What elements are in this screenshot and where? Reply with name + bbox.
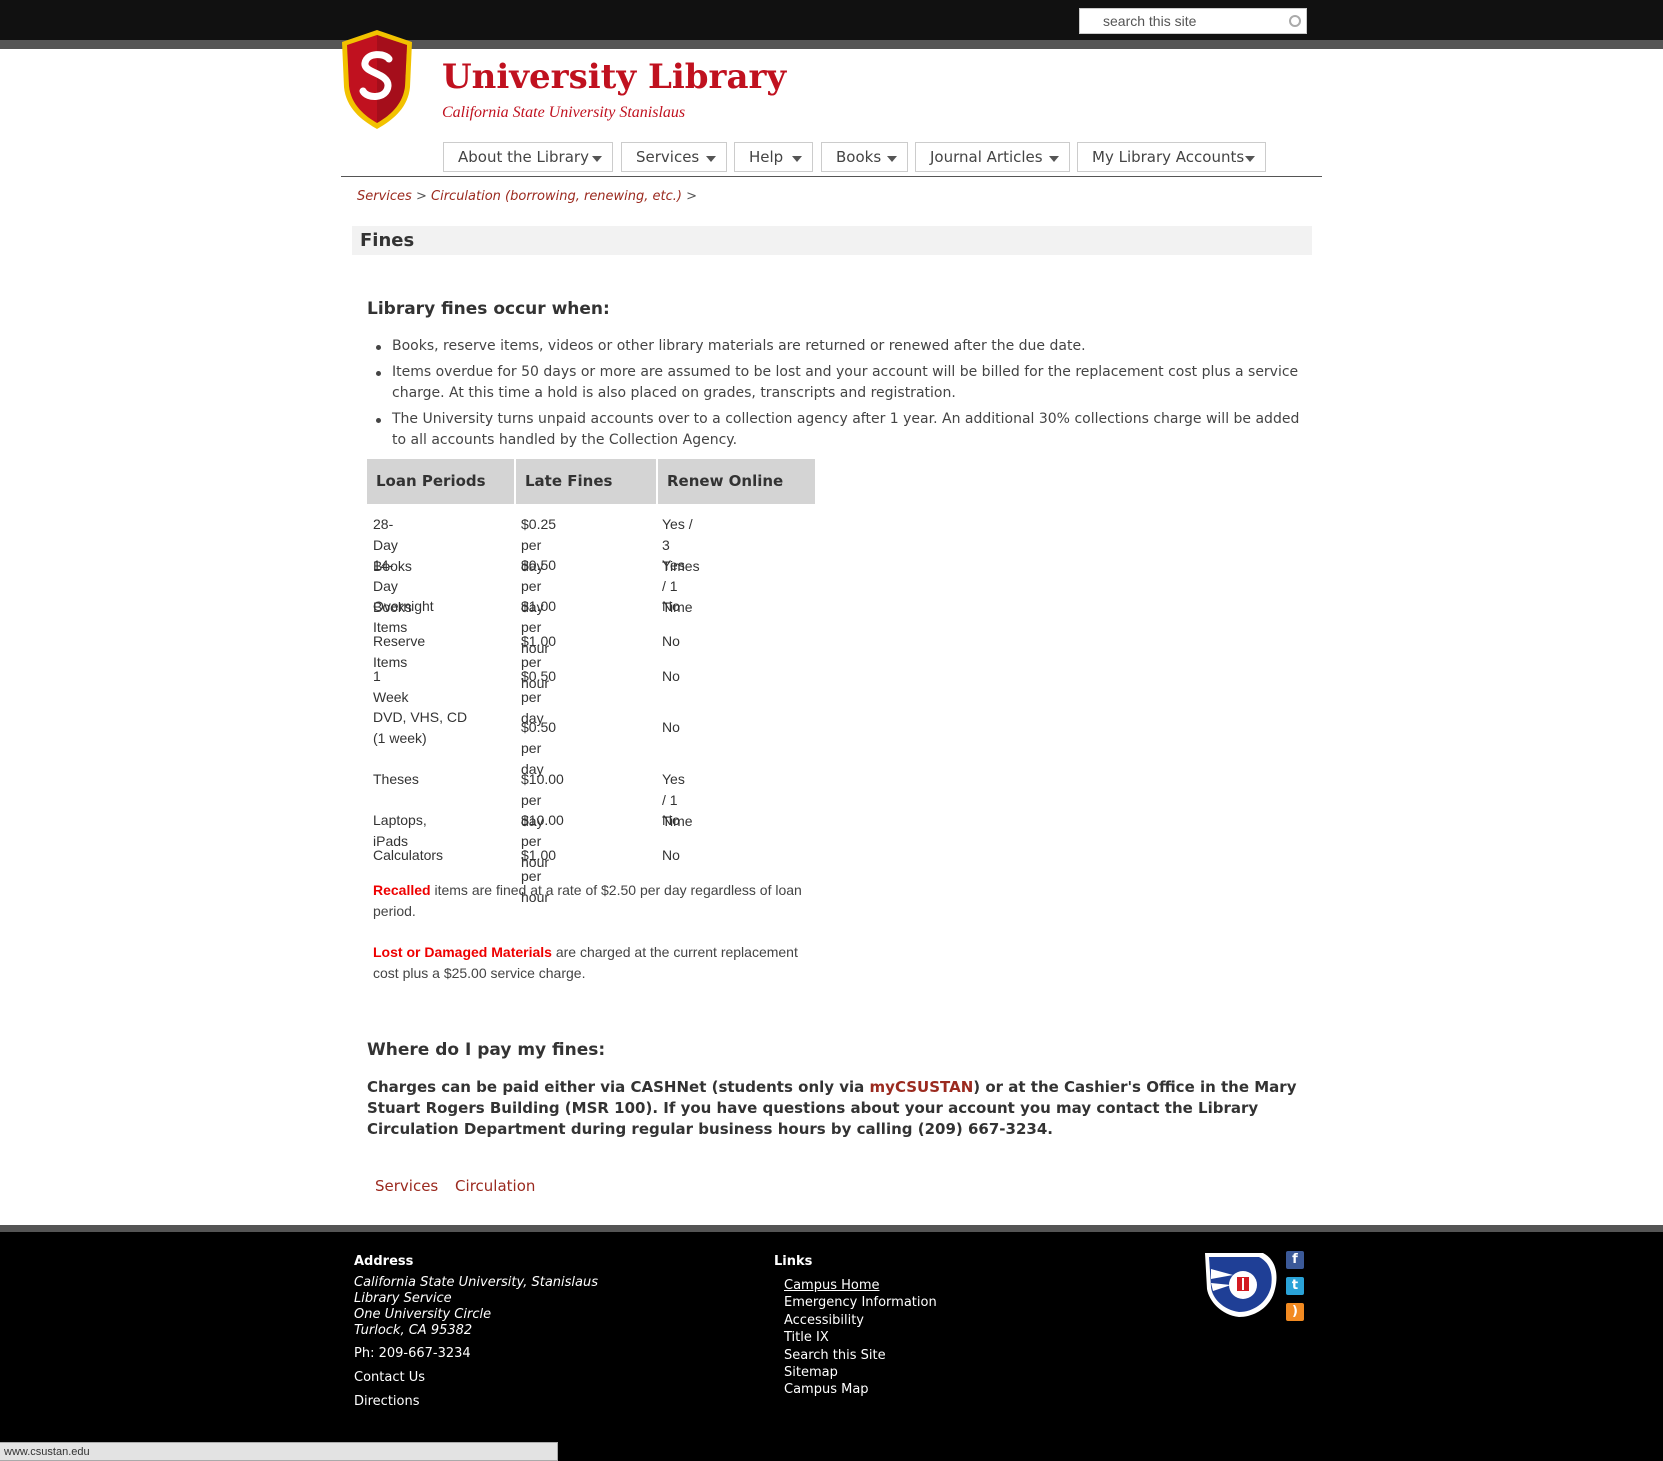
tag-links: Services Circulation: [375, 1177, 547, 1195]
lost-damaged-label: Lost or Damaged Materials: [373, 944, 552, 960]
chevron-down-icon: [1049, 156, 1059, 162]
recalled-note: Recalled items are fined at a rate of $2…: [373, 880, 813, 922]
table-cell: Calculators: [373, 847, 444, 863]
recalled-text: items are fined at a rate of $2.50 per d…: [373, 882, 802, 919]
pay-text-part: Charges can be paid either via CASHNet (…: [367, 1078, 870, 1096]
site-title[interactable]: University Library: [442, 57, 786, 97]
table-cell: No: [662, 719, 680, 735]
twitter-icon[interactable]: t: [1286, 1277, 1304, 1295]
lost-damaged-note: Lost or Damaged Materials are charged at…: [373, 942, 813, 984]
table-cell: No: [662, 598, 680, 614]
nav-services[interactable]: Services: [621, 142, 727, 172]
chevron-down-icon: [592, 156, 602, 162]
footer-link-accessibility[interactable]: Accessibility: [784, 1312, 937, 1329]
nav-about-the-library[interactable]: About the Library: [443, 142, 613, 172]
nav-divider: [341, 176, 1322, 177]
nav-my-library-accounts[interactable]: My Library Accounts: [1077, 142, 1266, 172]
chevron-down-icon: [792, 156, 802, 162]
pay-fines-heading: Where do I pay my fines:: [367, 1040, 606, 1060]
tag-services[interactable]: Services: [375, 1177, 438, 1195]
tag-circulation[interactable]: Circulation: [455, 1177, 535, 1195]
fines-occur-list: Books, reserve items, videos or other li…: [367, 336, 1312, 456]
page-title: Fines: [360, 230, 415, 251]
pay-fines-text: Charges can be paid either via CASHNet (…: [367, 1077, 1302, 1140]
footer-link-title-ix[interactable]: Title IX: [784, 1329, 937, 1346]
footer-link-emergency[interactable]: Emergency Information: [784, 1294, 937, 1311]
table-cell: No: [662, 812, 680, 828]
fdlp-eagle-logo[interactable]: [1203, 1249, 1279, 1317]
search-input[interactable]: [1080, 9, 1280, 33]
nav-label: Books: [836, 148, 882, 166]
footer-contact-us[interactable]: Contact Us: [354, 1370, 425, 1385]
nav-label: Journal Articles: [930, 148, 1043, 166]
footer-link-campus-home[interactable]: Campus Home: [784, 1277, 937, 1294]
footer-border: [0, 1225, 1663, 1232]
column-header-late-fines: Late Fines: [516, 459, 656, 504]
footer-link-campus-map[interactable]: Campus Map: [784, 1381, 937, 1398]
recalled-label: Recalled: [373, 882, 431, 898]
column-header-renew-online: Renew Online: [658, 459, 815, 504]
university-shield-logo[interactable]: [341, 29, 413, 130]
phone-label: Ph:: [354, 1346, 375, 1361]
breadcrumb-separator: >: [415, 189, 427, 204]
top-bar-border: [0, 40, 1663, 49]
breadcrumb-services[interactable]: Services: [357, 189, 412, 204]
footer-link-sitemap[interactable]: Sitemap: [784, 1364, 937, 1381]
browser-status-bar: www.csustan.edu: [0, 1442, 558, 1461]
address-line: One University Circle: [354, 1307, 492, 1322]
footer-directions[interactable]: Directions: [354, 1394, 420, 1409]
nav-label: Help: [749, 148, 784, 166]
chevron-down-icon: [706, 156, 716, 162]
table-cell: Theses: [373, 771, 419, 787]
address-line: Library Service: [354, 1291, 452, 1306]
footer-links-heading: Links: [774, 1254, 813, 1269]
fines-occur-heading: Library fines occur when:: [367, 299, 610, 319]
breadcrumb-separator: >: [686, 189, 698, 204]
page-title-bar: Fines: [352, 226, 1312, 255]
nav-label: Services: [636, 148, 700, 166]
nav-books[interactable]: Books: [821, 142, 908, 172]
rss-icon[interactable]: ): [1286, 1303, 1304, 1321]
address-line: Turlock, CA 95382: [354, 1323, 473, 1338]
footer-address-heading: Address: [354, 1254, 414, 1269]
footer-link-search[interactable]: Search this Site: [784, 1347, 937, 1364]
list-item: Books, reserve items, videos or other li…: [367, 336, 1312, 357]
list-item: The University turns unpaid accounts ove…: [367, 409, 1312, 451]
nav-label: About the Library: [458, 148, 589, 166]
chevron-down-icon: [887, 156, 897, 162]
top-bar: [0, 0, 1663, 40]
table-cell: No: [662, 668, 680, 684]
nav-journal-articles[interactable]: Journal Articles: [915, 142, 1070, 172]
breadcrumb-circulation[interactable]: Circulation (borrowing, renewing, etc.): [431, 189, 682, 204]
facebook-icon[interactable]: f: [1286, 1251, 1304, 1269]
table-cell: 1 Week: [373, 668, 409, 705]
footer-phone: Ph: 209-667-3234: [354, 1346, 471, 1361]
footer: Address California State University, Sta…: [0, 1232, 1663, 1461]
list-item: Items overdue for 50 days or more are as…: [367, 362, 1312, 404]
column-header-loan-periods: Loan Periods: [367, 459, 514, 504]
mycsustan-link[interactable]: myCSUSTAN: [870, 1078, 974, 1096]
site-search[interactable]: [1079, 8, 1307, 34]
footer-address: California State University, Stanislaus …: [354, 1275, 598, 1339]
site-subtitle: California State University Stanislaus: [442, 104, 686, 121]
table-cell: No: [662, 633, 680, 649]
table-cell: No: [662, 847, 680, 863]
table-cell: DVD, VHS, CD (1 week): [373, 709, 468, 746]
footer-links: Campus Home Emergency Information Access…: [784, 1277, 937, 1399]
breadcrumb: Services > Circulation (borrowing, renew…: [357, 189, 697, 204]
chevron-down-icon: [1245, 156, 1255, 162]
address-line: California State University, Stanislaus: [354, 1275, 598, 1290]
phone-number[interactable]: 209-667-3234: [379, 1346, 471, 1361]
nav-help[interactable]: Help: [734, 142, 813, 172]
search-icon[interactable]: [1289, 15, 1301, 27]
nav-label: My Library Accounts: [1092, 148, 1245, 166]
